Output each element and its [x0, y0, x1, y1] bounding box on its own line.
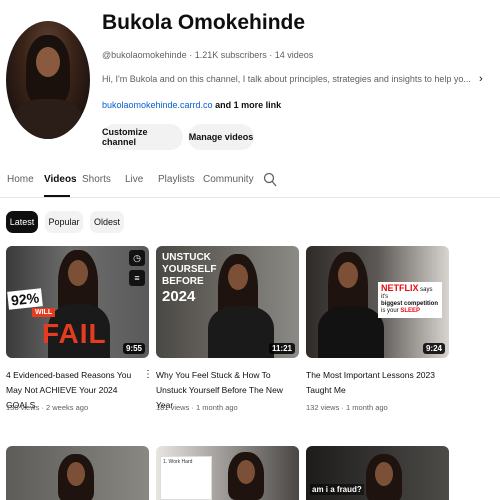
tab-home[interactable]: Home: [7, 174, 34, 185]
video-card[interactable]: UNSTUCK YOURSELF BEFORE 2024 11:21 Why Y…: [156, 246, 299, 421]
channel-tabs: Home Videos Shorts Live Playlists Commun…: [0, 166, 500, 198]
tab-community[interactable]: Community: [203, 174, 254, 185]
filter-chip-latest[interactable]: Latest: [6, 211, 38, 233]
video-thumbnail[interactable]: [6, 446, 149, 500]
thumb-line3: BEFORE: [162, 276, 204, 287]
video-card[interactable]: 92% WILL FAIL ◷ ≡ 9:55 4 Evidenced-based…: [6, 246, 153, 421]
netflix-logo-text: NETFLIX: [381, 283, 419, 293]
playlist-add-icon[interactable]: ≡: [129, 270, 145, 286]
channel-description[interactable]: Hi, I'm Bukola and on this channel, I ta…: [102, 73, 483, 85]
video-stats: 132 views · 1 month ago: [306, 403, 388, 412]
thumb-fail-text: FAIL: [42, 318, 107, 349]
video-card[interactable]: NETFLIX says it's biggest competition is…: [306, 246, 449, 421]
video-thumbnail[interactable]: NETFLIX says it's biggest competition is…: [306, 246, 449, 358]
video-thumbnail[interactable]: 92% WILL FAIL ◷ ≡ 9:55: [6, 246, 149, 358]
tab-live[interactable]: Live: [125, 174, 143, 185]
filter-chip-oldest[interactable]: Oldest: [90, 211, 124, 233]
channel-meta: @bukolaomokehinde · 1.21K subscribers · …: [102, 50, 314, 60]
channel-links[interactable]: bukolaomokehinde.carrd.co and 1 more lin…: [102, 100, 281, 110]
video-thumbnail[interactable]: am i a fraud?: [306, 446, 449, 500]
video-duration: 11:21: [268, 343, 295, 354]
thumb-will-text: WILL: [32, 308, 56, 317]
hover-actions: ◷ ≡: [129, 250, 145, 290]
thumb-fraud-text: am i a fraud?: [310, 484, 364, 495]
kebab-menu-icon[interactable]: ⋮: [143, 369, 153, 380]
video-duration: 9:55: [122, 343, 145, 354]
channel-header: Bukola Omokehinde @bukolaomokehinde · 1.…: [0, 0, 500, 160]
video-stats: 181 views · 1 month ago: [156, 403, 238, 412]
thumb-competition: biggest competition: [381, 301, 438, 307]
video-stats: 138 views · 2 weeks ago: [6, 403, 89, 412]
channel-description-text: Hi, I'm Bukola and on this channel, I ta…: [102, 74, 471, 84]
thumb-line2: YOURSELF: [162, 264, 217, 275]
tab-videos[interactable]: Videos: [44, 174, 77, 185]
tab-shorts[interactable]: Shorts: [82, 174, 111, 185]
thumb-is: is your: [381, 308, 399, 314]
video-duration: 9:24: [422, 343, 445, 354]
channel-name: Bukola Omokehinde: [102, 11, 306, 34]
thumb-percent-text: 92%: [7, 288, 43, 310]
thumb-line4: 2024: [162, 288, 196, 305]
customize-channel-button[interactable]: Customize channel: [102, 124, 183, 150]
channel-link[interactable]: bukolaomokehinde.carrd.co: [102, 100, 213, 110]
chevron-right-icon[interactable]: ›: [479, 73, 483, 85]
video-thumbnail[interactable]: UNSTUCK YOURSELF BEFORE 2024 11:21: [156, 246, 299, 358]
manage-videos-button[interactable]: Manage videos: [188, 124, 254, 150]
thumb-line1: UNSTUCK: [162, 252, 211, 263]
channel-avatar[interactable]: [6, 21, 90, 139]
more-links[interactable]: and 1 more link: [213, 100, 281, 110]
search-icon[interactable]: [263, 172, 277, 188]
video-thumbnail[interactable]: 1. Work Hard: [156, 446, 299, 500]
filter-chip-popular[interactable]: Popular: [45, 211, 83, 233]
video-title[interactable]: The Most Important Lessons 2023 Taught M…: [306, 368, 438, 398]
clock-icon[interactable]: ◷: [129, 250, 145, 266]
tab-playlists[interactable]: Playlists: [158, 174, 195, 185]
thumb-sleep: SLEEP: [400, 308, 421, 314]
thumb-list-text: 1. Work Hard: [163, 459, 193, 465]
active-tab-indicator: [44, 195, 70, 197]
